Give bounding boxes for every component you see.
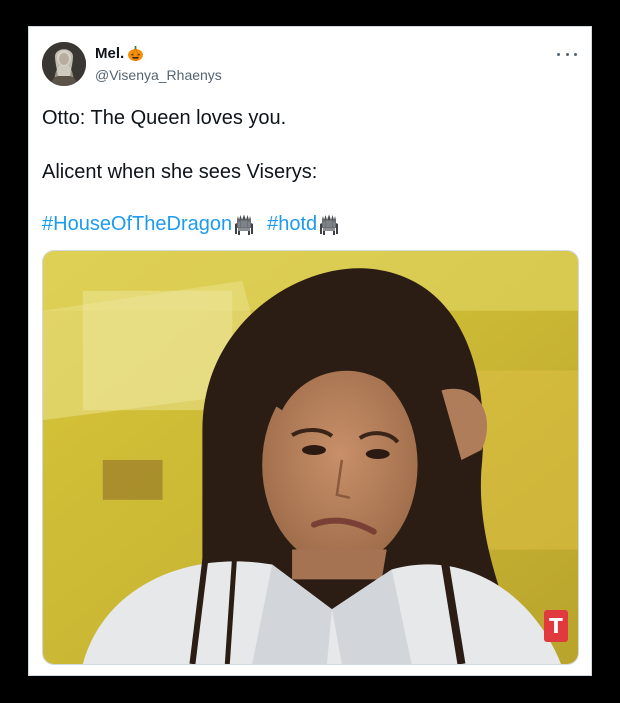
throne-icon <box>318 214 340 236</box>
display-name[interactable]: Mel. <box>95 45 124 62</box>
avatar[interactable] <box>42 42 86 86</box>
more-dot <box>574 52 577 56</box>
pumpkin-icon <box>127 45 144 62</box>
gif-frame <box>43 251 578 664</box>
hashtag-link[interactable]: #HouseOfTheDragon <box>42 213 232 236</box>
author-name-row[interactable]: Mel. <box>95 45 144 62</box>
more-options-icon[interactable] <box>557 47 577 61</box>
avatar-image <box>42 42 86 86</box>
more-dot <box>557 52 560 56</box>
tweet-text-line: Otto: The Queen loves you. <box>42 107 287 129</box>
author-handle[interactable]: @Visenya_Rhaenys <box>95 67 222 83</box>
watermark-badge: T <box>544 610 568 642</box>
tweet-card[interactable]: Mel. @Visenya_Rhaenys Otto: The Queen lo… <box>28 26 592 676</box>
tweet-media-gif[interactable]: T <box>42 250 579 665</box>
hashtag-link[interactable]: #hotd <box>267 213 317 236</box>
tweet-text-line: Alicent when she sees Viserys: <box>42 161 318 183</box>
throne-icon <box>233 214 255 236</box>
more-dot <box>565 52 569 56</box>
hashtag-row: #HouseOfTheDragon #hotd <box>42 213 340 236</box>
